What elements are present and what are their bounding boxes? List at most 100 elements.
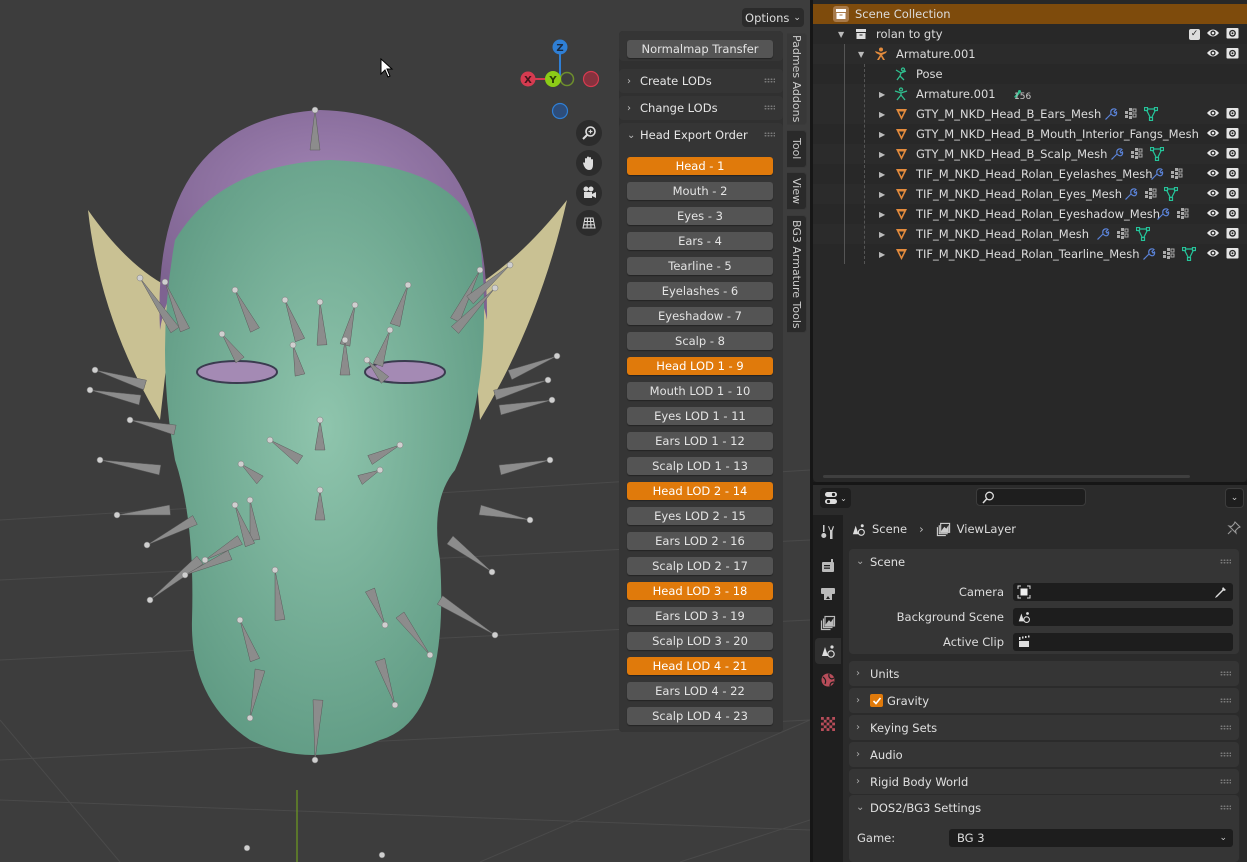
eye-icon[interactable] <box>1206 147 1220 162</box>
exclude-checkbox[interactable]: ✓ <box>1189 28 1200 40</box>
drag-grip-icon[interactable] <box>764 78 775 83</box>
eye-icon[interactable] <box>1206 47 1220 62</box>
bone[interactable] <box>498 459 551 476</box>
export-order-button[interactable]: Scalp LOD 4 - 23 <box>627 707 773 725</box>
pan-view-button[interactable] <box>576 150 602 176</box>
bone-head[interactable] <box>426 651 434 659</box>
render-camera-icon[interactable] <box>1226 127 1239 142</box>
modifiers-icon[interactable] <box>1129 146 1145 162</box>
export-order-button[interactable]: Eyes LOD 2 - 15 <box>627 507 773 525</box>
modifiers-icon[interactable] <box>1123 106 1139 122</box>
tab-tool[interactable] <box>815 519 841 545</box>
drag-grip-icon[interactable] <box>1220 805 1231 810</box>
render-camera-icon[interactable] <box>1226 227 1239 242</box>
tab-padmes-addons[interactable]: Padmes Addons <box>787 33 807 125</box>
drag-grip-icon[interactable] <box>1220 752 1231 757</box>
normalmap-transfer-button[interactable]: Normalmap Transfer <box>627 40 773 58</box>
bone-head[interactable] <box>506 261 514 269</box>
gravity-checkbox[interactable] <box>870 694 883 707</box>
modifier-wrench-icon[interactable] <box>1103 106 1119 122</box>
disclosure-triangle-icon[interactable]: ▶ <box>879 250 885 259</box>
eye-icon[interactable] <box>1206 107 1220 122</box>
bone[interactable] <box>507 355 558 380</box>
outliner-row-mesh[interactable]: ▶ TIF_M_NKD_Head_Rolan_Tearline_Mesh <box>813 244 1247 264</box>
tab-world[interactable] <box>815 667 841 693</box>
export-order-button[interactable]: Head - 1 <box>627 157 773 175</box>
disclosure-triangle-icon[interactable]: ▼ <box>838 30 844 39</box>
disclosure-triangle-icon[interactable]: ▶ <box>879 130 885 139</box>
bone-head[interactable] <box>201 556 209 564</box>
bone[interactable] <box>446 535 493 573</box>
modifier-wrench-icon[interactable] <box>1149 166 1165 182</box>
bone-head[interactable] <box>143 541 151 549</box>
tab-bg3-armature-tools[interactable]: BG3 Armature Tools <box>787 215 807 333</box>
bone-head[interactable] <box>237 460 245 468</box>
export-order-button[interactable]: Scalp LOD 2 - 17 <box>627 557 773 575</box>
export-order-button[interactable]: Head LOD 4 - 21 <box>627 657 773 675</box>
modifiers-icon[interactable] <box>1115 226 1131 242</box>
panel-units[interactable]: › Units <box>849 661 1239 686</box>
outliner-row-mesh[interactable]: ▶ TIF_M_NKD_Head_Rolan_Eyeshadow_Mesh <box>813 204 1247 224</box>
export-order-button[interactable]: Scalp - 8 <box>627 332 773 350</box>
editor-type-dropdown[interactable]: ⌄ <box>820 488 851 508</box>
outliner-row-armature-data[interactable]: ▶ Armature.001 156 <box>813 84 1247 104</box>
render-camera-icon[interactable] <box>1226 187 1239 202</box>
bone[interactable] <box>99 459 162 476</box>
bone-head[interactable] <box>311 756 319 764</box>
bone[interactable] <box>116 504 171 516</box>
modifiers-icon[interactable] <box>1143 186 1159 202</box>
create-lods-panel[interactable]: › Create LODs <box>619 69 783 93</box>
render-camera-icon[interactable] <box>1226 247 1239 262</box>
bone[interactable] <box>89 389 142 406</box>
export-order-button[interactable]: Scalp LOD 3 - 20 <box>627 632 773 650</box>
modifier-wrench-icon[interactable] <box>1155 206 1171 222</box>
bone-head[interactable] <box>316 486 324 494</box>
header-options-button[interactable]: ⌄ <box>1225 488 1244 508</box>
bone[interactable] <box>436 595 496 636</box>
render-camera-icon[interactable] <box>1226 207 1239 222</box>
scene-panel-header[interactable]: ⌄ Scene <box>849 549 1239 574</box>
export-order-button[interactable]: Mouth LOD 1 - 10 <box>627 382 773 400</box>
bone-head[interactable] <box>546 456 554 464</box>
modifier-wrench-icon[interactable] <box>1095 226 1111 242</box>
bone-head[interactable] <box>113 511 121 519</box>
drag-grip-icon[interactable] <box>1220 779 1231 784</box>
disclosure-triangle-icon[interactable]: ▶ <box>879 150 885 159</box>
horizontal-scrollbar[interactable] <box>823 475 1190 478</box>
modifier-wrench-icon[interactable] <box>1123 186 1139 202</box>
modifier-wrench-icon[interactable] <box>1109 146 1125 162</box>
bone-head[interactable] <box>236 616 244 624</box>
change-lods-panel[interactable]: › Change LODs <box>619 96 783 120</box>
drag-grip-icon[interactable] <box>1220 559 1231 564</box>
bone-head[interactable] <box>363 356 371 364</box>
eye-icon[interactable] <box>1206 187 1220 202</box>
bone-head[interactable] <box>476 266 484 274</box>
outliner-row-mesh[interactable]: ▶ GTY_M_NKD_Head_B_Scalp_Mesh <box>813 144 1247 164</box>
outliner-row-armature[interactable]: ▼ Armature.001 <box>813 44 1247 64</box>
game-select[interactable]: BG 3 ⌄ <box>949 829 1233 847</box>
outliner-row-mesh[interactable]: ▶ TIF_M_NKD_Head_Rolan_Mesh <box>813 224 1247 244</box>
bone-head[interactable] <box>316 298 324 306</box>
render-camera-icon[interactable] <box>1226 47 1239 62</box>
render-camera-icon[interactable] <box>1226 27 1239 42</box>
modifiers-icon[interactable] <box>1175 206 1191 222</box>
tab-render[interactable] <box>815 553 841 579</box>
drag-grip-icon[interactable] <box>1220 698 1231 703</box>
bone-head[interactable] <box>231 501 239 509</box>
bone-head[interactable] <box>544 376 552 384</box>
outliner-row-mesh[interactable]: ▶ TIF_M_NKD_Head_Rolan_Eyes_Mesh <box>813 184 1247 204</box>
export-order-button[interactable]: Eyeshadow - 7 <box>627 307 773 325</box>
export-order-button[interactable]: Eyes - 3 <box>627 207 773 225</box>
drag-grip-icon[interactable] <box>1220 725 1231 730</box>
panel-gravity[interactable]: › Gravity <box>849 688 1239 713</box>
disclosure-triangle-icon[interactable]: ▼ <box>858 50 864 59</box>
3d-viewport[interactable]: Options ⌄ Z X Y Normalmap Transfer › Crea… <box>0 0 810 862</box>
mesh-data-icon[interactable] <box>1143 106 1159 122</box>
export-order-button[interactable]: Ears - 4 <box>627 232 773 250</box>
tab-view[interactable]: View <box>787 172 807 210</box>
eye-icon[interactable] <box>1206 227 1220 242</box>
properties-search-input[interactable] <box>976 488 1086 506</box>
head-export-order-header[interactable]: ⌄ Head Export Order <box>619 123 783 147</box>
eye-icon[interactable] <box>1206 247 1220 262</box>
export-order-button[interactable]: Eyelashes - 6 <box>627 282 773 300</box>
